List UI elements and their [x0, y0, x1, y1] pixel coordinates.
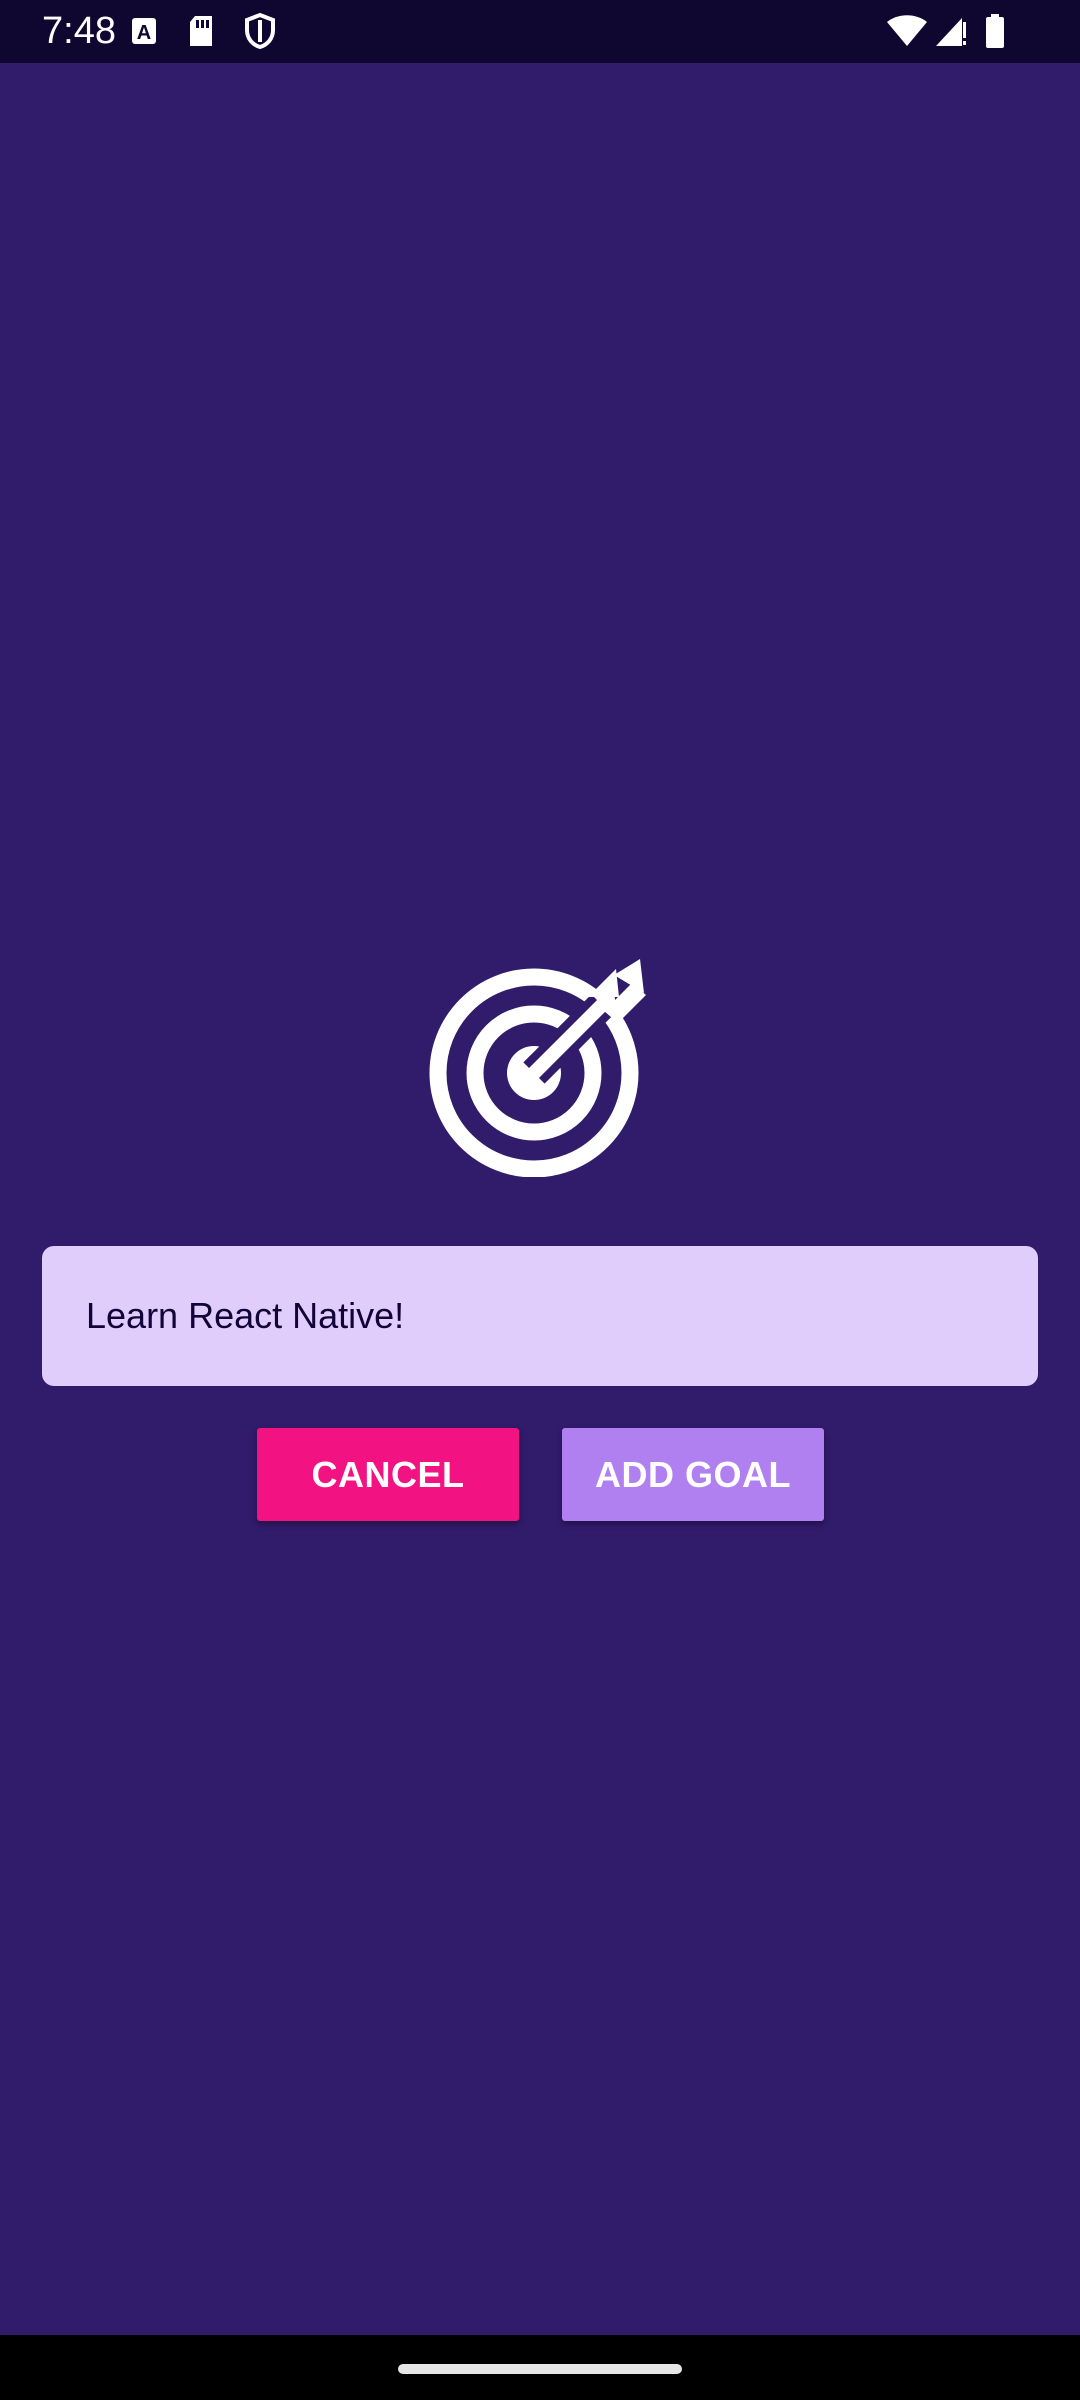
wifi-icon: [887, 15, 927, 46]
status-time: 7:48: [42, 10, 116, 52]
svg-text:A: A: [137, 22, 151, 44]
status-bar: 7:48 A: [0, 0, 1080, 63]
goal-target-icon: [429, 959, 646, 1177]
home-indicator[interactable]: [398, 2364, 682, 2374]
navigation-bar: [0, 2335, 1080, 2400]
cancel-button[interactable]: CANCEL: [257, 1428, 519, 1521]
text-a-icon: A: [132, 18, 156, 44]
add-goal-screen: CANCEL ADD GOAL: [0, 63, 1080, 2335]
signal-icon: [936, 18, 966, 46]
sd-card-icon: [190, 16, 212, 46]
battery-icon: [986, 14, 1004, 48]
goal-input[interactable]: [42, 1246, 1038, 1386]
add-goal-button[interactable]: ADD GOAL: [562, 1428, 824, 1521]
shield-icon: [245, 12, 275, 50]
